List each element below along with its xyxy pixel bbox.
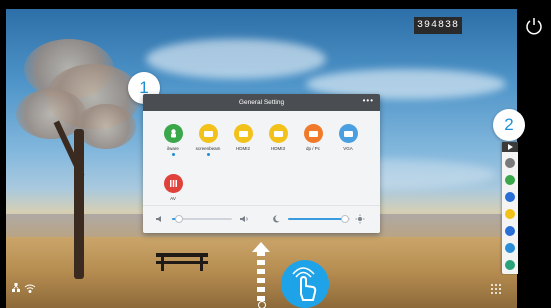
divider <box>143 205 380 206</box>
source-screenbeam[interactable]: screenbeam <box>190 124 226 156</box>
volume-high-icon <box>240 216 248 222</box>
callout-2: 2 <box>493 109 525 141</box>
source-dp-pc[interactable]: dp / Pc <box>295 124 331 151</box>
device-code: 394838 <box>414 17 462 34</box>
source-label: ilware <box>167 146 179 151</box>
source-label: HDMI2 <box>235 146 250 151</box>
moon-icon <box>273 215 280 223</box>
source-hdmi2[interactable]: HDMI2 <box>225 124 261 151</box>
brightness-slider-thumb[interactable] <box>341 215 350 223</box>
hdmi-icon <box>233 124 253 143</box>
volume-slider[interactable] <box>172 215 232 223</box>
source-ilware[interactable]: ilware <box>155 124 191 156</box>
brightness-slider[interactable] <box>288 215 350 223</box>
home-icon[interactable] <box>505 175 515 185</box>
source-label: dp / Pc <box>305 146 320 151</box>
volume-low-icon <box>156 216 161 222</box>
source-vga[interactable]: VGA <box>330 124 366 151</box>
source-label: screenbeam <box>195 146 221 151</box>
panel-title: General Setting <box>238 99 285 106</box>
panel-header: General Setting ••• <box>143 94 380 111</box>
source-av[interactable]: AV <box>155 174 191 201</box>
general-setting-panel: General Setting ••• ilware screenbeam HD… <box>143 94 380 233</box>
more-options-icon[interactable]: ••• <box>363 97 374 105</box>
source-label: HDMI3 <box>270 146 285 151</box>
touch-gesture-icon <box>281 260 329 308</box>
side-toolbar <box>502 142 518 274</box>
home-indicator[interactable] <box>258 301 266 308</box>
av-icon <box>163 174 183 193</box>
source-label: VGA <box>343 146 353 151</box>
back-icon[interactable] <box>505 158 515 168</box>
app-grid-icon[interactable] <box>490 282 502 294</box>
swipe-up-arrow-icon <box>252 242 270 301</box>
collapse-arrow-icon[interactable] <box>502 142 518 152</box>
vga-icon <box>338 124 358 143</box>
status-icons <box>12 281 38 299</box>
volume-slider-thumb[interactable] <box>175 215 184 223</box>
window-icon[interactable] <box>505 192 515 202</box>
selected-indicator <box>171 153 175 156</box>
brightness-control <box>271 214 371 224</box>
displayport-icon <box>303 124 323 143</box>
cloud <box>146 39 326 79</box>
wifi-icon <box>24 284 36 293</box>
network-icon <box>12 283 20 292</box>
record-icon[interactable] <box>505 260 515 270</box>
settings-icon[interactable] <box>505 226 515 236</box>
power-icon[interactable] <box>524 16 544 36</box>
brightness-slider-fill <box>288 218 346 220</box>
hdmi-icon <box>268 124 288 143</box>
hdmi-icon <box>198 124 218 143</box>
source-hdmi3[interactable]: HDMI3 <box>260 124 296 151</box>
apps-icon[interactable] <box>505 243 515 253</box>
android-icon <box>163 124 183 143</box>
annotate-icon[interactable] <box>505 209 515 219</box>
sun-icon <box>355 214 365 224</box>
selected-indicator <box>206 153 210 156</box>
volume-control <box>155 214 255 224</box>
source-label: AV <box>170 196 176 201</box>
